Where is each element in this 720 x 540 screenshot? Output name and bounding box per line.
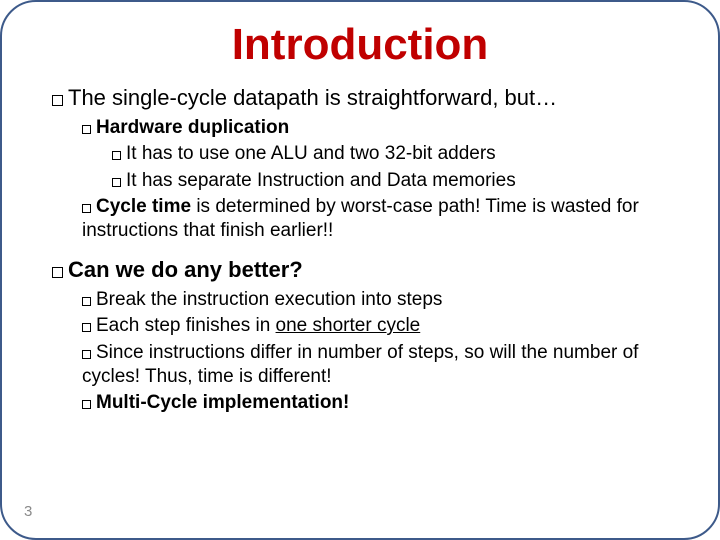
bullet-l2-multicycle: Multi-Cycle implementation! <box>82 391 678 415</box>
square-bullet-icon <box>52 267 63 278</box>
text-underline: one shorter cycle <box>276 315 421 336</box>
page-number: 3 <box>24 503 32 520</box>
bullet-l2-cycle-time: Cycle time is determined by worst-case p… <box>82 195 678 244</box>
square-bullet-icon <box>82 297 91 306</box>
square-bullet-icon <box>82 350 91 359</box>
slide-title: Introduction <box>42 20 678 70</box>
text: Can we do any better? <box>68 257 303 282</box>
bullet-l2-break: Break the instruction execution into ste… <box>82 288 678 312</box>
bullet-l2-differ: Since instructions differ in number of s… <box>82 341 678 390</box>
text: Multi-Cycle implementation! <box>96 392 349 413</box>
text: Hardware duplication <box>96 117 289 138</box>
text: Since instructions differ in number of s… <box>82 342 638 387</box>
slide-frame: Introduction The single-cycle datapath i… <box>0 0 720 540</box>
text: The single-cycle datapath is straightfor… <box>68 85 557 110</box>
square-bullet-icon <box>112 151 121 160</box>
text: Break the instruction execution into ste… <box>96 289 442 310</box>
bullet-l3-alu: It has to use one ALU and two 32-bit add… <box>112 142 678 166</box>
square-bullet-icon <box>52 95 63 106</box>
square-bullet-icon <box>82 125 91 134</box>
square-bullet-icon <box>82 204 91 213</box>
bullet-l1-better: Can we do any better? <box>52 256 678 284</box>
bullet-l1-intro: The single-cycle datapath is straightfor… <box>52 84 678 112</box>
bullet-l2-hardware: Hardware duplication <box>82 116 678 140</box>
bullet-l2-shorter-cycle: Each step finishes in one shorter cycle <box>82 314 678 338</box>
text-a: Each step finishes in <box>96 315 276 336</box>
bullet-l3-memories: It has separate Instruction and Data mem… <box>112 169 678 193</box>
spacer <box>42 246 678 252</box>
square-bullet-icon <box>82 400 91 409</box>
square-bullet-icon <box>82 323 91 332</box>
text: It has separate Instruction and Data mem… <box>126 170 516 191</box>
square-bullet-icon <box>112 178 121 187</box>
text-bold: Cycle time <box>96 196 191 217</box>
text: It has to use one ALU and two 32-bit add… <box>126 143 496 164</box>
